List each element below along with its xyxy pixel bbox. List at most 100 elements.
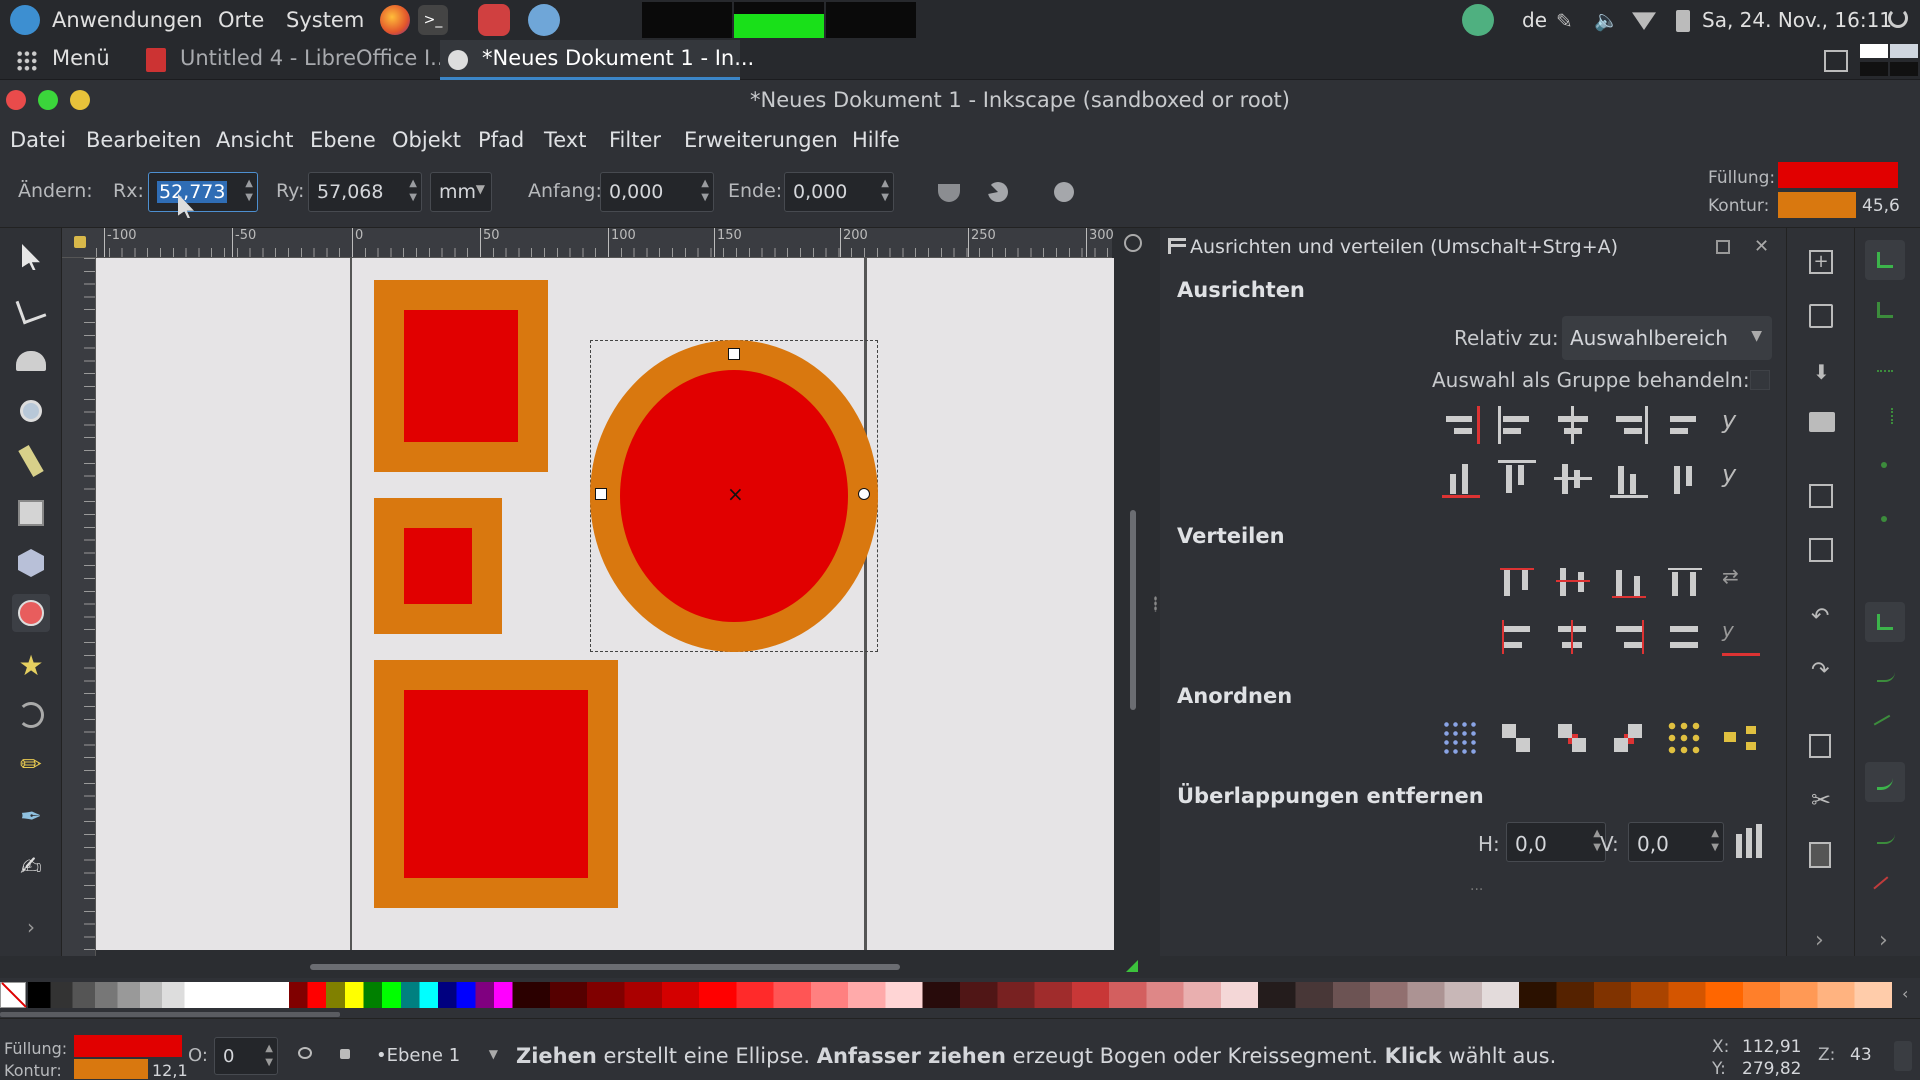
app-shield-icon[interactable]: [478, 4, 510, 36]
import-icon[interactable]: [1809, 484, 1833, 508]
snap-midpoints-icon[interactable]: [1873, 876, 1899, 902]
no-paint-swatch-icon[interactable]: [0, 982, 27, 1008]
star-tool-icon[interactable]: ★: [12, 646, 50, 684]
layer-select[interactable]: •Ebene 1 ▼: [370, 1037, 506, 1075]
distribute-centers-vertically-icon[interactable]: [1554, 564, 1592, 602]
grid-menu-icon[interactable]: [16, 50, 38, 72]
h-gap-input[interactable]: 0,0 ▲ ▼: [1506, 822, 1606, 862]
menu-objekt[interactable]: Objekt: [392, 128, 461, 152]
arc-start-handle[interactable]: [858, 488, 870, 500]
align-center-horizontal-axis-icon[interactable]: [1554, 460, 1592, 498]
workspace-1[interactable]: [1860, 44, 1888, 58]
distribute-top-edges-icon[interactable]: [1498, 564, 1536, 602]
horizontal-scrollbar[interactable]: [310, 964, 900, 970]
exchange-positions-icon[interactable]: [1498, 720, 1536, 758]
v-gap-stepper[interactable]: ▲ ▼: [1711, 827, 1719, 855]
menu-datei[interactable]: Datei: [10, 128, 66, 152]
palette-scroll-left-icon[interactable]: ‹: [1902, 984, 1908, 1003]
start-input[interactable]: 0,000 ▲ ▼: [600, 172, 714, 212]
undo-icon[interactable]: ↶: [1811, 604, 1829, 629]
maximize-window-button[interactable]: [38, 90, 58, 110]
square-shape[interactable]: [374, 498, 502, 634]
places-menu[interactable]: Orte: [218, 8, 264, 32]
align-top-to-bottom-anchor-icon[interactable]: [1666, 460, 1704, 498]
measure-tool-icon[interactable]: [12, 442, 50, 480]
align-bottom-edges-icon[interactable]: [1610, 460, 1648, 498]
distribute-baselines-horizontal-icon[interactable]: y: [1722, 618, 1760, 656]
snap-path-intersection-icon[interactable]: [1873, 714, 1899, 740]
align-right-to-left-anchor-icon[interactable]: [1442, 406, 1480, 444]
terminal-icon[interactable]: >_: [418, 5, 448, 35]
panel-float-icon[interactable]: [1716, 240, 1730, 254]
whole-ellipse-icon[interactable]: [1054, 182, 1074, 202]
snap-cusp-nodes-icon[interactable]: [1865, 762, 1905, 802]
rx-handle[interactable]: [595, 488, 607, 500]
status-fill-swatch[interactable]: [74, 1035, 182, 1057]
v-gap-input[interactable]: 0,0 ▲ ▼: [1628, 822, 1724, 862]
cut-icon[interactable]: ✂: [1811, 786, 1831, 814]
wifi-icon[interactable]: [1632, 12, 1656, 30]
ry-input[interactable]: 57,068 ▲ ▼: [308, 172, 422, 212]
remove-overlaps-button[interactable]: [1730, 824, 1768, 862]
browser-globe-icon[interactable]: [528, 4, 560, 36]
close-window-button[interactable]: [6, 90, 26, 110]
stroke-indicator-swatch[interactable]: [1778, 192, 1856, 218]
stroke-width-value[interactable]: 45,6: [1862, 196, 1900, 216]
workspace-4[interactable]: [1890, 62, 1918, 76]
taskbar-window-inkscape[interactable]: *Neues Dokument 1 - In...: [482, 46, 754, 70]
vertical-ruler[interactable]: [62, 258, 96, 956]
power-icon[interactable]: [1888, 8, 1908, 28]
pen-icon[interactable]: ✎: [1556, 10, 1578, 32]
workspace-2[interactable]: [1890, 44, 1918, 58]
more-snap-chevron-icon[interactable]: ›: [1879, 928, 1888, 953]
segment-type-icon[interactable]: [988, 182, 1008, 202]
distribute-centers-horizontally-icon[interactable]: [1554, 618, 1592, 656]
spiral-tool-icon[interactable]: [12, 696, 50, 734]
rx-input[interactable]: 52,773 ▲ ▼: [148, 172, 258, 212]
palette-swatches[interactable]: [28, 982, 1892, 1008]
exchange-positions-clockwise-icon[interactable]: [1610, 720, 1648, 758]
palette-scrollbar[interactable]: [0, 1012, 340, 1017]
distribute-horizontal-gaps-icon[interactable]: [1666, 618, 1704, 656]
copy-icon[interactable]: [1809, 734, 1831, 758]
ry-stepper[interactable]: ▲ ▼: [409, 177, 417, 205]
workspace-3[interactable]: [1860, 62, 1888, 76]
system-menu[interactable]: System: [286, 8, 364, 32]
battery-icon[interactable]: [1676, 10, 1690, 32]
rx-stepper[interactable]: ▲ ▼: [245, 177, 253, 205]
distribute-right-edges-icon[interactable]: [1610, 618, 1648, 656]
opacity-stepper[interactable]: ▲ ▼: [265, 1042, 273, 1070]
menu-ansicht[interactable]: Ansicht: [216, 128, 294, 152]
pen-tool-icon[interactable]: ✒: [12, 798, 50, 836]
more-tools-chevron-icon[interactable]: ›: [12, 908, 50, 946]
keyboard-layout[interactable]: de: [1522, 8, 1547, 32]
status-stroke-width[interactable]: 12,1: [152, 1061, 188, 1080]
save-icon[interactable]: ⬇: [1813, 360, 1830, 384]
menu-ebene[interactable]: Ebene: [310, 128, 376, 152]
drawing-canvas[interactable]: ×: [96, 258, 1114, 950]
menu-pfad[interactable]: Pfad: [478, 128, 524, 152]
snap-bbox-icon[interactable]: [1877, 302, 1893, 318]
paste-icon[interactable]: [1809, 842, 1831, 868]
align-bottom-to-top-anchor-icon[interactable]: [1442, 460, 1480, 498]
randomize-positions-icon[interactable]: [1666, 720, 1704, 758]
treat-as-group-checkbox[interactable]: [1750, 370, 1770, 390]
ry-handle[interactable]: [728, 348, 740, 360]
layer-visibility-icon[interactable]: [298, 1047, 312, 1059]
ellipse-tool-icon[interactable]: [12, 594, 50, 632]
clock[interactable]: Sa, 24. Nov., 16:11: [1702, 8, 1892, 32]
fill-indicator-swatch[interactable]: [1778, 162, 1898, 188]
volume-icon[interactable]: 🔈: [1594, 8, 1619, 32]
snap-bbox-midpoint-icon[interactable]: [1881, 462, 1887, 468]
zoom-corner-icon[interactable]: [1124, 234, 1142, 252]
menu-text[interactable]: Text: [544, 128, 586, 152]
ruler-lock-icon[interactable]: [74, 236, 86, 248]
selector-tool-icon[interactable]: [12, 238, 50, 276]
relative-to-select[interactable]: Auswahlbereich ▼: [1562, 316, 1772, 360]
menu-bearbeiten[interactable]: Bearbeiten: [86, 128, 201, 152]
clipboard-icon[interactable]: [1462, 4, 1494, 36]
layer-lock-icon[interactable]: [340, 1049, 350, 1059]
menu-erweiterungen[interactable]: Erweiterungen: [684, 128, 838, 152]
snap-bbox-center-icon[interactable]: [1881, 516, 1887, 522]
firefox-icon[interactable]: [380, 5, 410, 35]
